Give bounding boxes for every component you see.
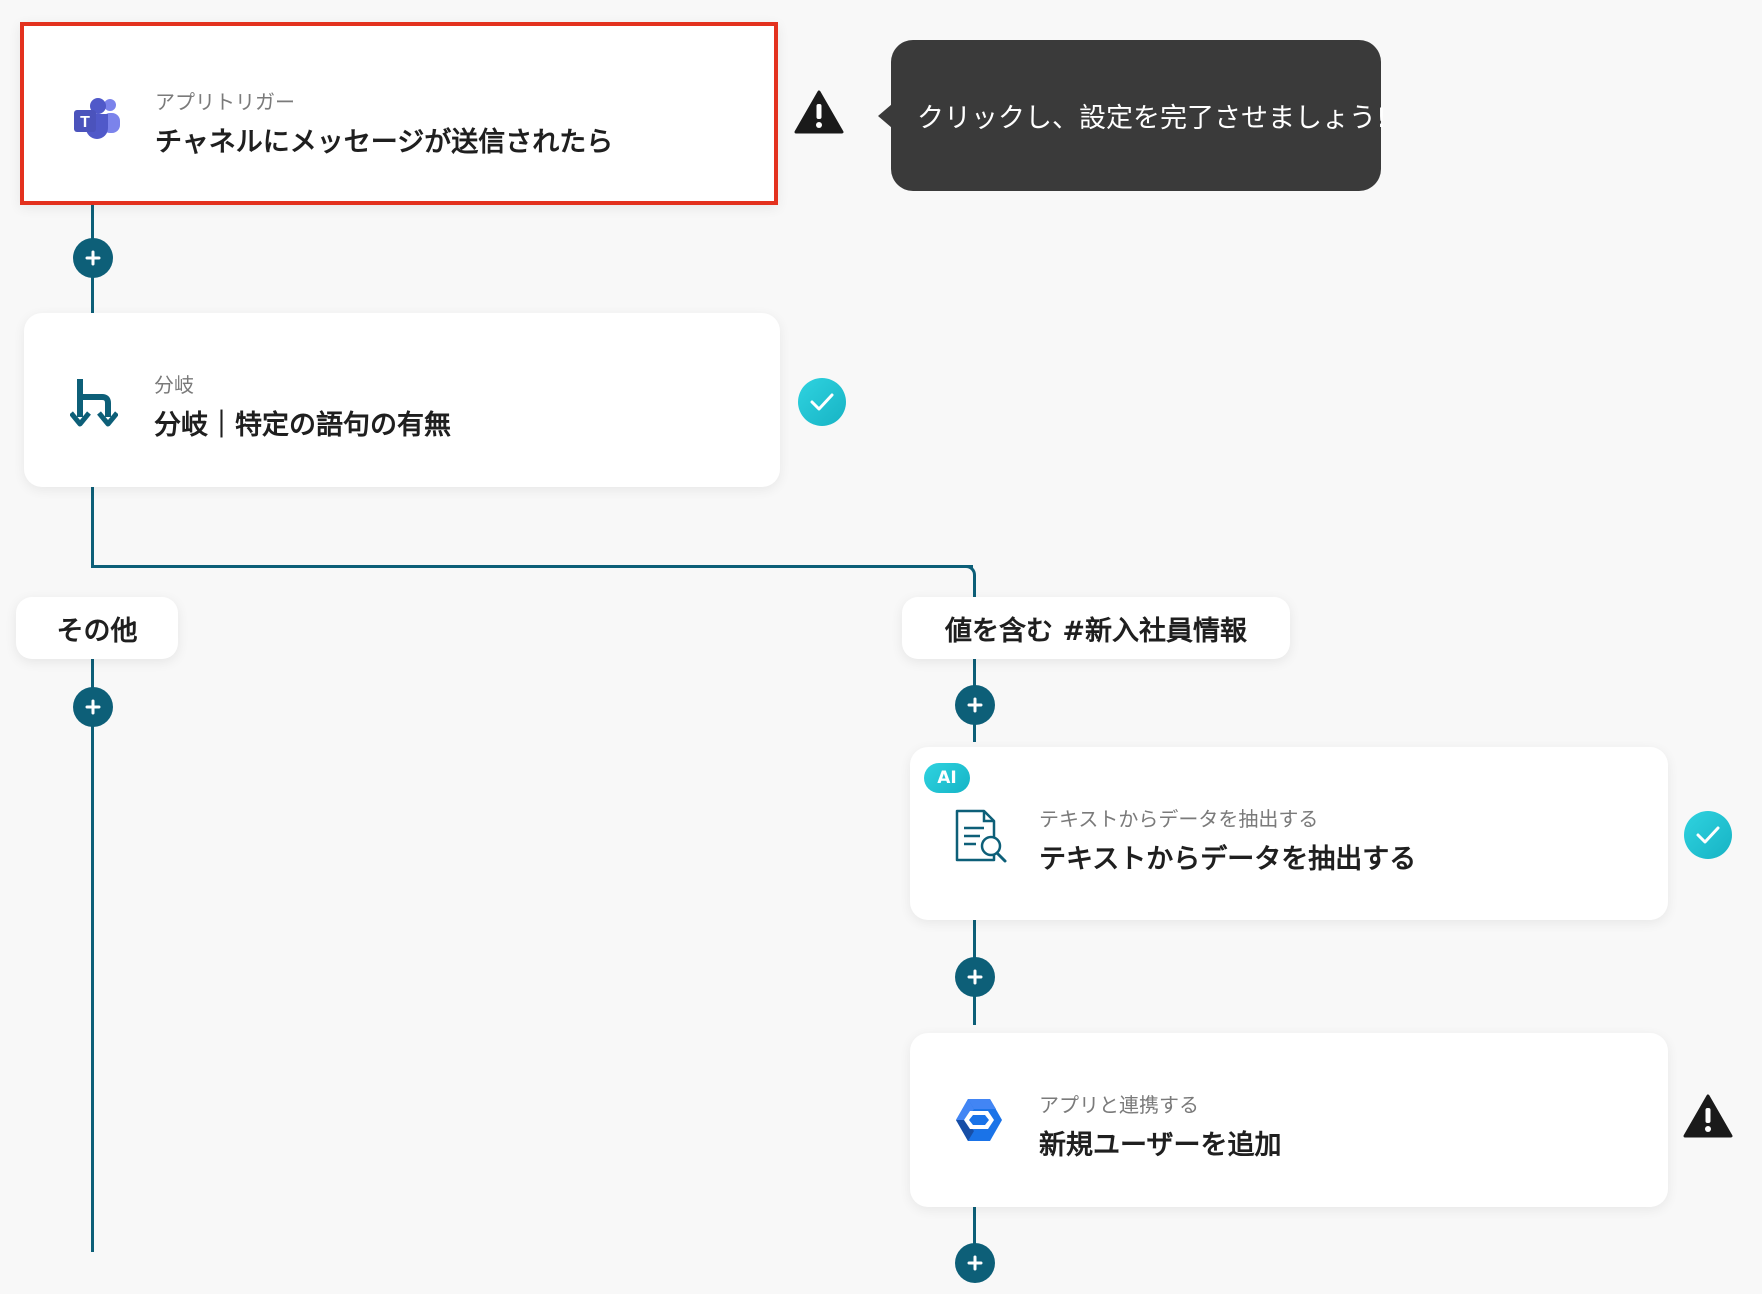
warning-icon[interactable] [794, 89, 844, 135]
tooltip-text: クリックし、設定を完了させましょう! [917, 103, 1387, 134]
setup-tooltip: クリックし、設定を完了させましょう! [891, 40, 1387, 191]
branch-title: 分岐｜特定の語句の有無 [154, 410, 451, 441]
add-step-button[interactable] [955, 1243, 995, 1283]
connector-other-branch [91, 655, 94, 1252]
connector-branch-split [91, 565, 973, 568]
google-workspace-icon [954, 1097, 1004, 1143]
plus-icon [967, 969, 983, 985]
branch-subtitle: 分岐 [154, 373, 194, 397]
trigger-step-card[interactable]: T アプリトリガー チャネルにメッセージが送信されたら [20, 22, 778, 205]
svg-text:T: T [80, 114, 90, 131]
connector-branch-right-down [973, 575, 976, 597]
add-step-button[interactable] [73, 687, 113, 727]
add-step-button[interactable] [955, 957, 995, 997]
add-step-button[interactable] [955, 685, 995, 725]
trigger-subtitle: アプリトリガー [155, 90, 295, 114]
branch-icon [69, 377, 119, 427]
plus-icon [85, 250, 101, 266]
trigger-title: チャネルにメッセージが送信されたら [155, 127, 614, 158]
ai-step-card[interactable]: AI テキストからデータを抽出する テキストからデータを抽出する [910, 747, 1668, 920]
app-step-card[interactable]: アプリと連携する 新規ユーザーを追加 [910, 1033, 1668, 1207]
ai-step-subtitle: テキストからデータを抽出する [1039, 807, 1319, 831]
branch-label-other-text: その他 [56, 615, 138, 647]
ai-step-title: テキストからデータを抽出する [1039, 844, 1417, 875]
branch-label-match[interactable]: 値を含む #新入社員情報 [902, 597, 1290, 659]
branch-label-other[interactable]: その他 [16, 597, 178, 659]
plus-icon [85, 699, 101, 715]
branch-step-card[interactable]: 分岐 分岐｜特定の語句の有無 [24, 313, 780, 487]
app-step-title: 新規ユーザーを追加 [1039, 1130, 1282, 1161]
plus-icon [967, 697, 983, 713]
check-icon [798, 378, 846, 426]
plus-icon [967, 1255, 983, 1271]
connector-branch-down [91, 487, 94, 567]
ai-badge: AI [924, 763, 970, 793]
document-search-icon [954, 808, 1010, 864]
warning-icon[interactable] [1683, 1093, 1733, 1139]
branch-label-match-text: 値を含む #新入社員情報 [944, 615, 1248, 647]
tooltip-arrow [878, 104, 892, 128]
check-icon [1684, 811, 1732, 859]
add-step-button[interactable] [73, 238, 113, 278]
teams-icon: T [72, 96, 122, 140]
app-step-subtitle: アプリと連携する [1039, 1093, 1199, 1117]
